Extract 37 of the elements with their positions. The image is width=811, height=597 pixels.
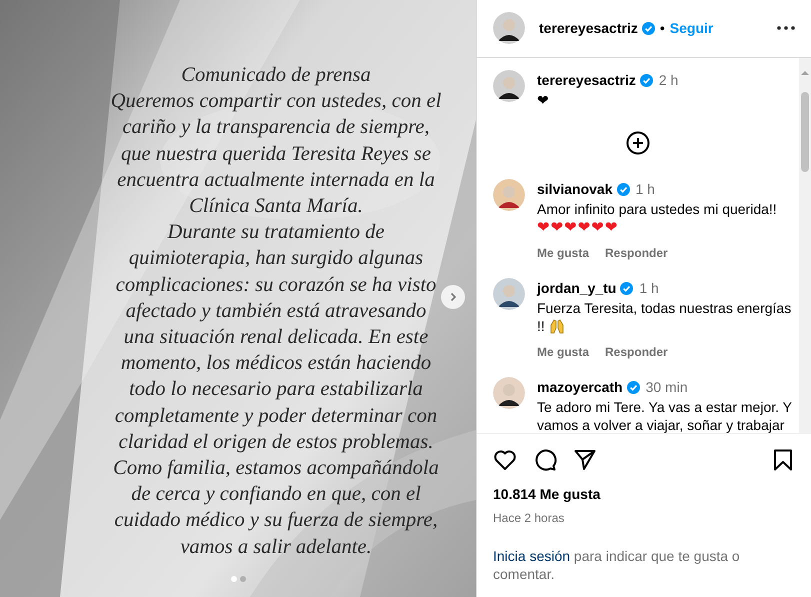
load-more-icon[interactable]: [626, 130, 650, 155]
login-link[interactable]: Inicia sesión: [493, 548, 570, 564]
timestamp: 30 min: [646, 378, 688, 397]
comment-icon[interactable]: [533, 448, 557, 472]
avatar[interactable]: [493, 12, 525, 44]
bookmark-icon[interactable]: [771, 448, 795, 472]
post-time: Hace 2 horas: [493, 510, 566, 527]
comment-action-link[interactable]: Responder: [605, 342, 668, 361]
comment-action-link[interactable]: Responder: [605, 244, 668, 262]
avatar[interactable]: [493, 376, 525, 409]
username[interactable]: terereyesactriz: [539, 18, 638, 39]
caption-text: ❤: [537, 90, 550, 109]
share-icon[interactable]: [573, 448, 597, 472]
comment-text: Fuerza Teresita, todas nuestras energías !!: [537, 298, 792, 335]
avatar[interactable]: [493, 278, 525, 310]
timestamp: 2 h: [658, 70, 678, 90]
avatar[interactable]: [493, 178, 525, 211]
comment-action-link[interactable]: Me gusta: [537, 244, 590, 262]
chevron-right-icon: [448, 292, 458, 302]
username[interactable]: jordan_y_tu: [537, 278, 616, 299]
avatar[interactable]: [493, 70, 525, 102]
username[interactable]: terereyesactriz: [537, 70, 636, 91]
username[interactable]: silvianovak: [537, 178, 612, 200]
press-release-text: Comunicado de prensa Queremos compartir con ustedes, con el cariño y la transparencia de siempre, que nuestra querida Teresita Reyes se encuentra actualmente internada en la Clínica Santa María. Durante su tratamiento de quimioterapia, han surgido algunas complicaciones: su corazón se ha visto afectado y también está atravesando una situación renal delicada. En este momento, los médicos están haciendo todo lo necesario para estabilizarla completamente y poder determinar con claridad el origen de estos problemas. Como familia, estamos acompañándola de cerca y confiando en que, con el cuidado médico y su fuerza de siempre, vamos a salir adelante.: [110, 63, 442, 560]
comment-text: Amor infinito para ustedes mi querida!!: [537, 200, 778, 218]
like-count[interactable]: 10.814 Me gusta: [493, 484, 795, 505]
comment-text: Te adoro mi Tere. Ya vas a estar mejor. Y vamos a volver a viajar, soñar y trabajar: [537, 398, 793, 433]
heart-emojis: ❤❤❤❤❤❤: [537, 218, 620, 236]
comment-action-link[interactable]: Me gusta: [537, 342, 590, 361]
login-prompt: Inicia sesión para indicar que te gusta o comentar.: [493, 547, 741, 583]
timestamp: 1 h: [636, 180, 655, 199]
timestamp: 1 h: [639, 278, 659, 298]
more-options-icon[interactable]: [777, 26, 795, 30]
raised-hands-icon: [548, 318, 565, 334]
separator: •: [660, 18, 665, 38]
username[interactable]: mazoyercath: [537, 376, 623, 398]
like-heart-icon[interactable]: [493, 448, 517, 472]
